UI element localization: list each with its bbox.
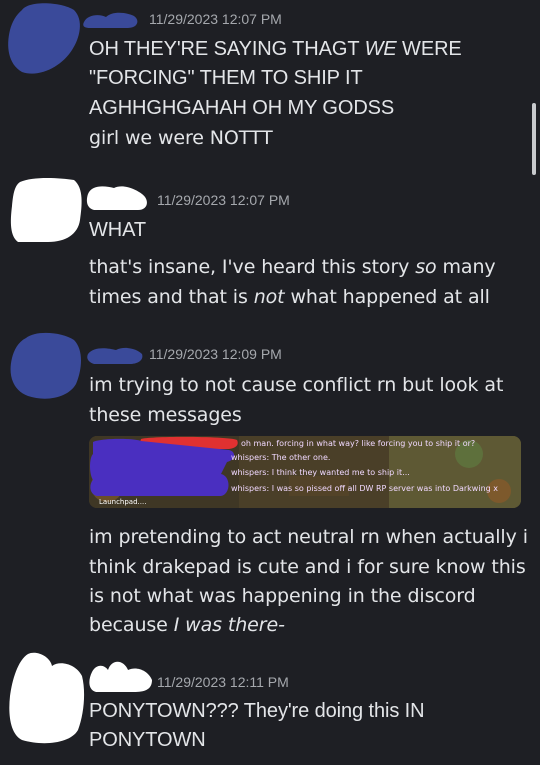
avatar-redacted[interactable] — [4, 0, 84, 82]
emphasis-text: not — [253, 286, 285, 308]
chat-line: oh man. forcing in what way? like forcin… — [241, 439, 476, 448]
avatar-redacted[interactable] — [8, 176, 86, 244]
username-redacted[interactable] — [86, 182, 152, 212]
message-line: PONYTOWN??? They're doing this IN — [89, 700, 425, 722]
message-line: OH THEY'RE SAYING THAGT WE WERE — [89, 38, 462, 60]
message-line: because I was there- — [89, 614, 285, 636]
message-line: is not what was happening in the discord — [89, 585, 476, 607]
emphasis-text: WE — [364, 38, 397, 60]
message-line: im trying to not cause conflict rn but l… — [89, 374, 504, 396]
username-redacted[interactable] — [82, 8, 142, 30]
message-line: that's insane, I've heard this story so … — [89, 256, 496, 278]
message-line: "FORCING" THEM TO SHIP IT — [89, 67, 363, 89]
username-redacted[interactable] — [86, 658, 154, 694]
username-redacted[interactable] — [86, 344, 144, 364]
emphasis-text: so — [415, 256, 437, 278]
message-line: think drakepad is cute and i for sure kn… — [89, 556, 526, 578]
message-timestamp: 11/29/2023 12:11 PM — [157, 674, 289, 690]
message-line: girl we were NOTTT — [89, 127, 273, 149]
chat-line: whispers: The other one. — [231, 453, 331, 462]
message-timestamp: 11/29/2023 12:07 PM — [149, 11, 282, 27]
message-line: PONYTOWN — [89, 729, 206, 751]
message-line: WHAT — [89, 219, 146, 241]
scrollbar-thumb[interactable] — [532, 103, 536, 175]
message-line: these messages — [89, 404, 242, 426]
message-line: times and that is not what happened at a… — [89, 286, 490, 308]
message-line: AGHHGHGAHAH OH MY GODSS — [89, 97, 395, 119]
chat-line: whispers: I was so pissed off all DW RP … — [231, 484, 498, 493]
message-timestamp: 11/29/2023 12:07 PM — [157, 192, 290, 208]
screenshot-attachment[interactable]: oh man. forcing in what way? like forcin… — [89, 436, 521, 508]
avatar-redacted[interactable] — [6, 652, 88, 746]
emphasis-text: I was there- — [173, 614, 285, 636]
chat-footer: Launchpad.... — [99, 498, 147, 506]
message-line: im pretending to act neutral rn when act… — [89, 526, 528, 548]
message-timestamp: 11/29/2023 12:09 PM — [149, 346, 282, 362]
avatar-redacted[interactable] — [6, 330, 86, 402]
chat-line: whispers: I think they wanted me to ship… — [231, 468, 410, 477]
